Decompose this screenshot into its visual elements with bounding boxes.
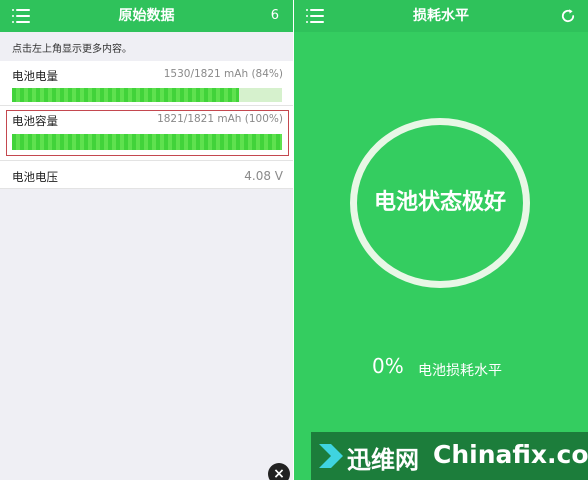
charge-progress-bar <box>12 88 282 102</box>
raw-data-panel: 原始数据 6 点击左上角显示更多内容。 电池电量 1530/1821 mAh (… <box>0 0 293 480</box>
watermark: 迅维网 Chinafix.com <box>311 432 588 480</box>
left-header: 原始数据 6 <box>0 0 293 32</box>
item-count: 6 <box>270 8 279 23</box>
wear-percent: 0% <box>372 354 404 378</box>
capacity-progress-bar <box>12 134 282 150</box>
right-header: 损耗水平 <box>294 0 588 32</box>
row-value: 4.08 V <box>244 169 283 183</box>
row-value: 1821/1821 mAh (100%) <box>157 113 283 125</box>
close-icon[interactable]: × <box>268 463 290 480</box>
wear-level-panel: 损耗水平 电池状态极好 0% 电池损耗水平 <box>294 0 588 480</box>
page-title: 损耗水平 <box>413 8 469 24</box>
charge-progress-fill <box>12 88 239 102</box>
watermark-en: Chinafix.com <box>433 440 588 469</box>
list-item-battery-capacity[interactable]: 电池容量 1821/1821 mAh (100%) <box>0 106 293 161</box>
page-title: 原始数据 <box>118 8 175 24</box>
battery-status-text: 电池状态极好 <box>373 190 506 215</box>
row-label: 电池容量 <box>12 114 58 128</box>
battery-data-list: 电池电量 1530/1821 mAh (84%) 电池容量 1821/1821 … <box>0 61 293 189</box>
list-item-battery-charge[interactable]: 电池电量 1530/1821 mAh (84%) <box>0 61 293 106</box>
wear-label: 电池损耗水平 <box>418 363 502 379</box>
list-item-battery-voltage[interactable]: 电池电压 4.08 V <box>0 161 293 189</box>
watermark-cn: 迅维网 <box>347 446 419 474</box>
capacity-progress-fill <box>12 134 282 150</box>
row-value: 1530/1821 mAh (84%) <box>163 68 283 80</box>
row-label: 电池电量 <box>12 69 58 83</box>
row-label: 电池电压 <box>12 170 58 184</box>
refresh-icon[interactable] <box>560 8 576 24</box>
hint-text: 点击左上角显示更多内容。 <box>12 44 132 55</box>
chevron-logo-icon <box>319 444 343 468</box>
